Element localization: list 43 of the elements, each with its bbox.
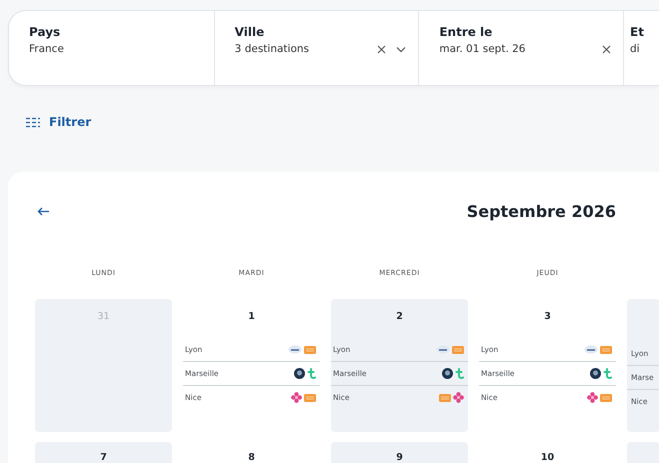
filter-value[interactable]: mar. 01 sept. 26 bbox=[439, 43, 592, 55]
day-number: 1 bbox=[248, 311, 255, 322]
tag-logo-icon bbox=[304, 394, 316, 402]
filter-button[interactable]: Filtrer bbox=[26, 115, 92, 129]
sliders-icon bbox=[26, 116, 40, 128]
back-arrow-icon[interactable] bbox=[37, 207, 50, 216]
filter-label: Et bbox=[630, 25, 645, 39]
clear-icon[interactable] bbox=[377, 44, 386, 54]
day-number: 9 bbox=[396, 452, 403, 463]
flower-logo-icon bbox=[291, 392, 302, 403]
hook-logo-icon bbox=[603, 368, 612, 380]
tag-logo-icon bbox=[600, 394, 612, 402]
filter-value[interactable]: di bbox=[630, 43, 647, 55]
tag-logo-icon bbox=[304, 346, 316, 354]
globe-logo-icon bbox=[590, 368, 601, 379]
day-cell[interactable]: 9 bbox=[331, 442, 468, 463]
flower-logo-icon bbox=[453, 392, 464, 403]
day-number: 7 bbox=[100, 452, 107, 463]
oval-logo-icon bbox=[584, 345, 598, 354]
tag-logo-icon bbox=[600, 346, 612, 354]
globe-logo-icon bbox=[294, 368, 305, 379]
oval-logo-icon bbox=[436, 345, 450, 354]
hook-logo-icon bbox=[455, 368, 464, 380]
day-number: 3 bbox=[544, 311, 551, 322]
day-number: 10 bbox=[540, 452, 554, 463]
filter-label: Ville bbox=[234, 25, 266, 39]
tag-logo-icon bbox=[452, 346, 464, 354]
chevron-down-icon[interactable] bbox=[396, 46, 406, 52]
tag-logo-icon bbox=[439, 394, 451, 402]
day-number: 8 bbox=[248, 452, 255, 463]
hook-logo-icon bbox=[307, 368, 316, 380]
day-number: 31 bbox=[97, 311, 110, 322]
oval-logo-icon bbox=[288, 345, 302, 354]
filter-value[interactable]: France bbox=[29, 43, 202, 55]
day-number: 2 bbox=[396, 311, 403, 322]
month-title: Septembre 2026 bbox=[466, 202, 616, 221]
clear-icon[interactable] bbox=[602, 44, 612, 54]
day-cell[interactable]: 7 bbox=[35, 442, 172, 463]
filter-value[interactable]: 3 destinations bbox=[234, 43, 368, 55]
globe-logo-icon bbox=[442, 368, 453, 379]
filter-label: Entre le bbox=[439, 25, 494, 39]
flower-logo-icon bbox=[587, 392, 598, 403]
filter-label: Pays bbox=[29, 25, 62, 39]
